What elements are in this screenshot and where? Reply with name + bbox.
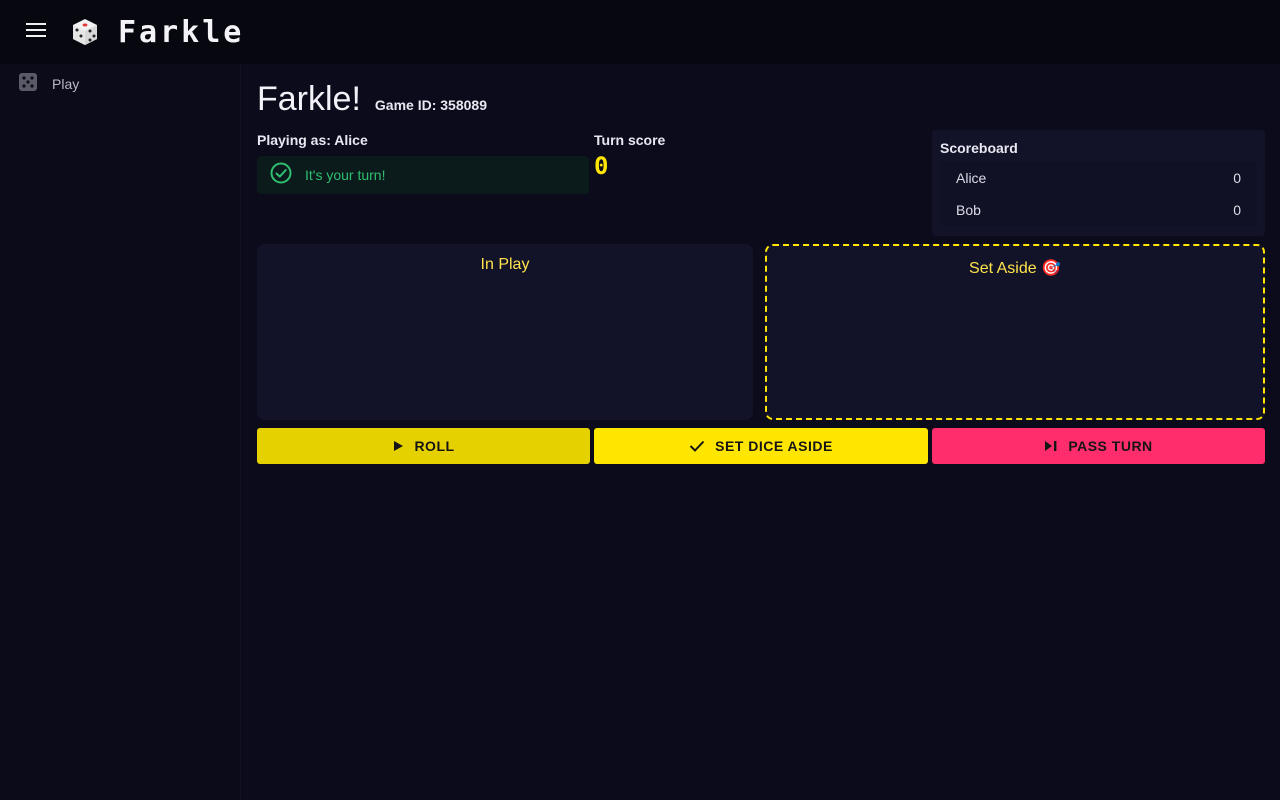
game-id: Game ID: 358089 <box>374 97 487 113</box>
playing-as-label: Playing as: <box>257 132 335 148</box>
roll-button[interactable]: ROLL <box>257 428 590 464</box>
scoreboard: Scoreboard Alice 0 Bob 0 <box>932 130 1265 236</box>
in-play-area[interactable]: In Play <box>257 244 753 420</box>
turn-score-value: 0 <box>594 152 609 180</box>
play-icon <box>392 440 404 452</box>
dice-icon <box>18 72 38 97</box>
in-play-title: In Play <box>480 256 530 273</box>
check-icon <box>689 439 705 453</box>
pass-turn-button[interactable]: PASS TURN <box>932 428 1265 464</box>
set-dice-aside-label: SET DICE ASIDE <box>715 438 833 454</box>
set-aside-title: Set Aside 🎯 <box>969 260 1061 277</box>
scoreboard-row: Alice 0 <box>940 162 1257 194</box>
skip-next-icon <box>1044 440 1058 452</box>
app-bar: Farkle <box>0 0 1280 64</box>
sidebar-item-play[interactable]: Play <box>0 64 240 104</box>
turn-message: It's your turn! <box>305 167 386 183</box>
scoreboard-title: Scoreboard <box>940 140 1018 156</box>
die-icon <box>68 15 102 49</box>
main-content: Farkle! Game ID: 358089 Playing as: Alic… <box>240 64 1280 800</box>
sidebar-item-label: Play <box>52 76 80 92</box>
sidebar: Play <box>0 64 240 800</box>
playing-as: Playing as: Alice <box>257 132 368 148</box>
menu-button[interactable] <box>12 8 60 56</box>
set-aside-area[interactable]: Set Aside 🎯 <box>765 244 1265 420</box>
player-score: 0 <box>1233 170 1241 186</box>
player-name: Bob <box>956 202 981 218</box>
player-name: Alice <box>334 132 368 148</box>
pass-turn-label: PASS TURN <box>1068 438 1153 454</box>
title-row: Farkle! Game ID: 358089 <box>257 80 487 119</box>
player-score: 0 <box>1233 202 1241 218</box>
page-title: Farkle! <box>257 80 361 118</box>
scoreboard-row: Bob 0 <box>940 194 1257 226</box>
check-circle-icon <box>269 161 293 190</box>
set-dice-aside-button[interactable]: SET DICE ASIDE <box>594 428 928 464</box>
turn-score-label: Turn score <box>594 132 666 148</box>
roll-label: ROLL <box>414 438 455 454</box>
menu-icon <box>25 21 47 44</box>
player-name: Alice <box>956 170 987 186</box>
app-title: Farkle <box>118 14 245 50</box>
turn-alert: It's your turn! <box>257 156 589 194</box>
